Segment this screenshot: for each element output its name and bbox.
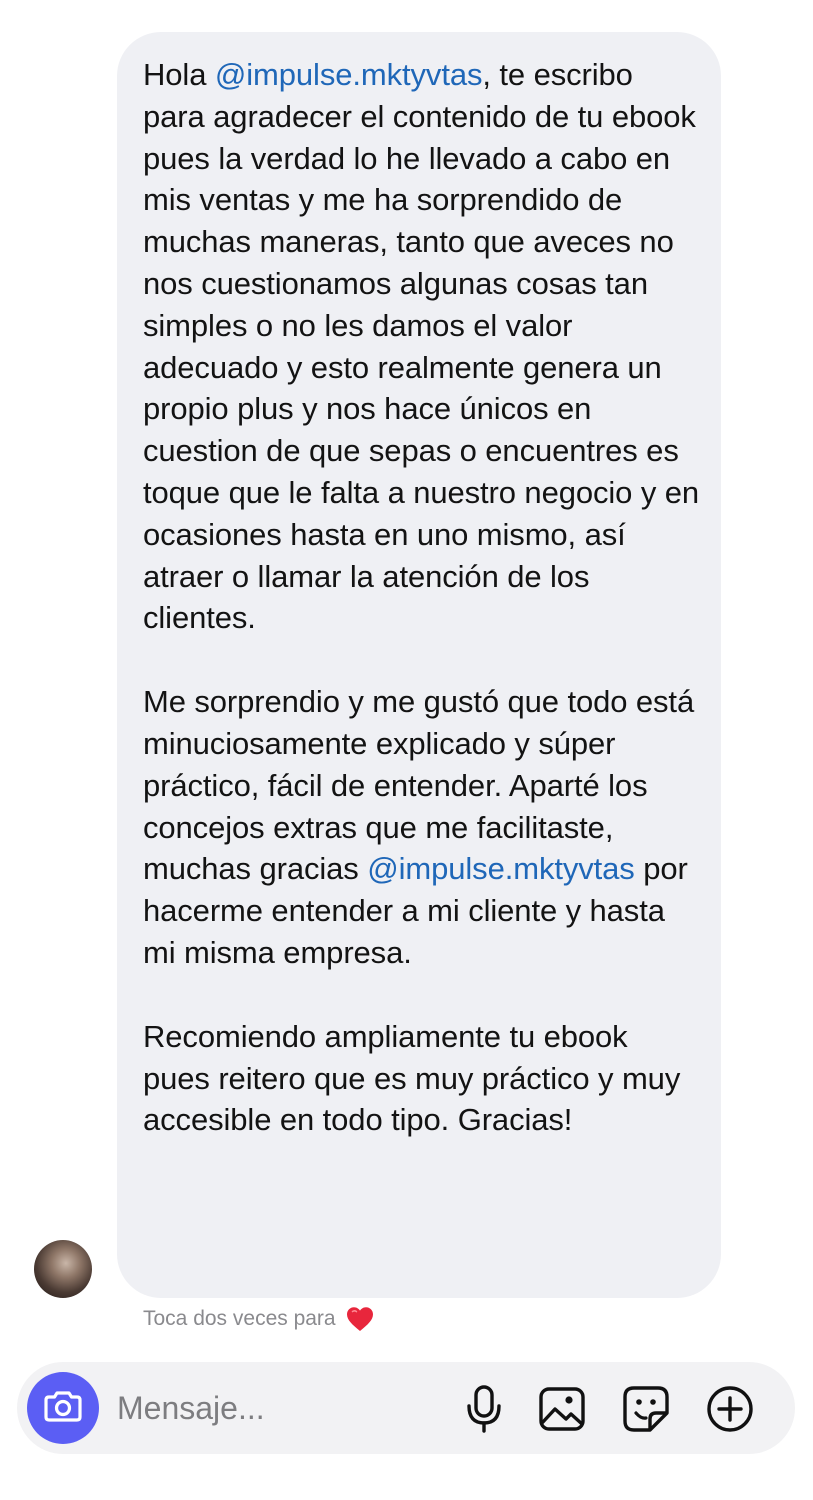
microphone-icon (464, 1385, 504, 1433)
gallery-button[interactable] (537, 1384, 587, 1434)
message-paragraph-3: Recomiendo ampliamente tu ebook pues rei… (143, 1016, 701, 1141)
plus-circle-icon (706, 1385, 754, 1433)
message-composer (17, 1362, 795, 1454)
image-icon (538, 1386, 586, 1432)
heart-icon (346, 1306, 374, 1332)
sticker-icon (622, 1385, 670, 1433)
message-bubble[interactable]: Hola @impulse.mktyvtas, te escribo para … (117, 32, 721, 1298)
mention-link[interactable]: @impulse.mktyvtas (367, 851, 635, 886)
message-input[interactable] (117, 1386, 437, 1430)
more-button[interactable] (705, 1384, 755, 1434)
message-text: , te escribo para agradecer el contenido… (143, 57, 700, 636)
mention-link[interactable]: @impulse.mktyvtas (215, 57, 483, 92)
message-paragraph-2: Me sorprendio y me gustó que todo está m… (143, 681, 701, 974)
microphone-button[interactable] (459, 1384, 509, 1434)
double-tap-hint: Toca dos veces para (143, 1306, 374, 1332)
sticker-button[interactable] (621, 1384, 671, 1434)
hint-text: Toca dos veces para (143, 1307, 336, 1330)
camera-button[interactable] (27, 1372, 99, 1444)
message-paragraph-1: Hola @impulse.mktyvtas, te escribo para … (143, 54, 701, 639)
camera-icon (44, 1390, 82, 1427)
message-text: Recomiendo ampliamente tu ebook pues rei… (143, 1018, 681, 1138)
sender-avatar[interactable] (34, 1240, 92, 1298)
message-text: Hola (143, 57, 215, 92)
